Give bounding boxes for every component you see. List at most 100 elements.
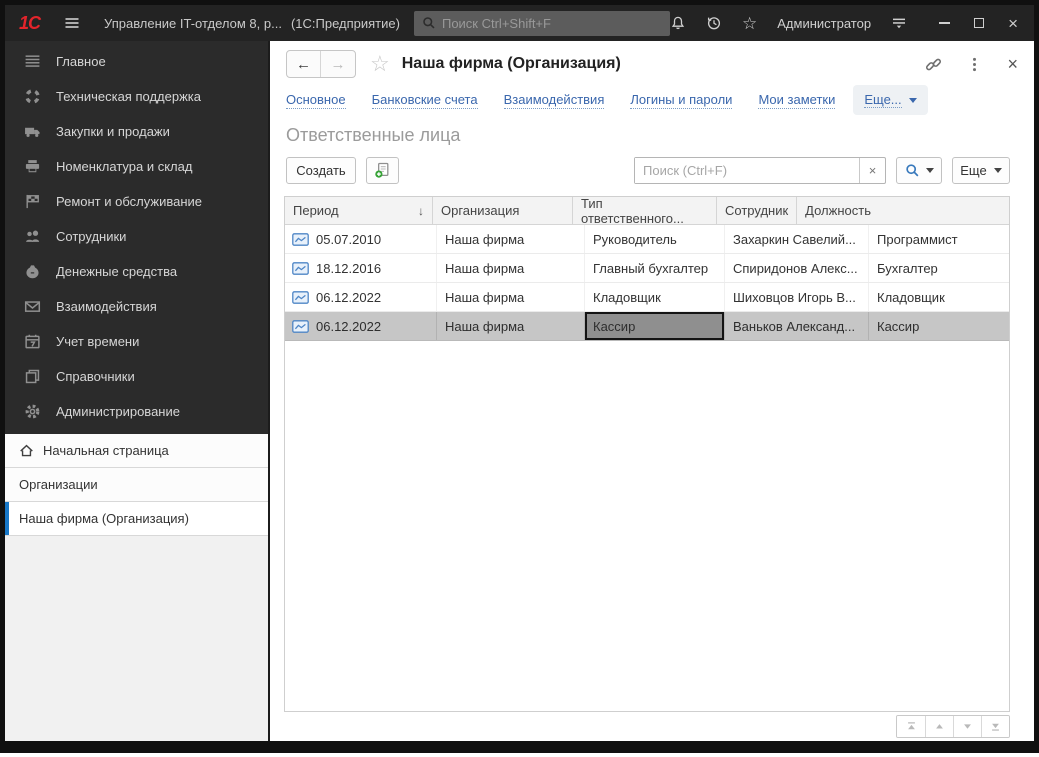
open-window-item[interactable]: Начальная страница (5, 434, 268, 468)
sidebar-item-icon (24, 193, 41, 210)
table-header: Период ↓ Организация Тип ответственного.… (285, 197, 1009, 225)
sidebar-item[interactable]: Взаимодействия (5, 289, 268, 324)
get-link-icon[interactable] (925, 56, 942, 73)
sidebar-item[interactable]: Номенклатура и склад (5, 149, 268, 184)
cell-employee[interactable]: Шиховцов Игорь В... (725, 283, 869, 311)
sidebar-item[interactable]: Ремонт и обслуживание (5, 184, 268, 219)
clear-search-button[interactable]: × (859, 158, 885, 183)
column-header-label: Должность (805, 203, 871, 218)
sidebar-item[interactable]: Денежные средства (5, 254, 268, 289)
cell-position[interactable]: Программист (869, 225, 1009, 253)
maximize-button[interactable] (974, 18, 984, 28)
cell-responsible-type[interactable]: Кладовщик (585, 283, 725, 311)
sidebar-item-icon (24, 53, 41, 70)
sidebar-item[interactable]: Администрирование (5, 394, 268, 429)
sidebar-item[interactable]: Сотрудники (5, 219, 268, 254)
sidebar-item-icon (24, 368, 41, 385)
table-row[interactable]: 06.12.2022 Наша фирма Кладовщик Шиховцов… (285, 283, 1009, 312)
nav-link[interactable]: Взаимодействия (504, 91, 605, 109)
cell-position[interactable]: Бухгалтер (869, 254, 1009, 282)
column-header-label: Период (293, 203, 339, 218)
chevron-down-icon (909, 98, 917, 103)
service-menu-icon[interactable] (891, 15, 907, 31)
favorites-star-icon[interactable]: ☆ (742, 15, 757, 32)
toolbar-right: × Еще (634, 157, 1010, 184)
search-button[interactable] (896, 157, 942, 184)
cell-employee[interactable]: Ваньков Александ... (725, 312, 869, 340)
sidebar-item[interactable]: Закупки и продажи (5, 114, 268, 149)
sidebar-item[interactable]: Справочники (5, 359, 268, 394)
scroll-down-button[interactable] (953, 716, 981, 737)
scroll-to-top-button[interactable] (897, 716, 925, 737)
period-value: 06.12.2022 (316, 290, 381, 305)
favorite-star-icon[interactable]: ☆ (370, 53, 390, 75)
period-value: 05.07.2010 (316, 232, 381, 247)
column-header[interactable]: Тип ответственного... (573, 197, 717, 224)
cell-organization[interactable]: Наша фирма (437, 312, 585, 340)
more-actions-kebab-icon[interactable] (966, 56, 983, 73)
cell-period[interactable]: 06.12.2022 (285, 312, 437, 340)
section-title: Ответственные лица (286, 125, 460, 146)
cell-organization[interactable]: Наша фирма (437, 225, 585, 253)
notifications-bell-icon[interactable] (670, 15, 686, 31)
home-icon (19, 443, 34, 458)
close-form-button[interactable]: × (1007, 55, 1018, 73)
sidebar-item-label: Учет времени (56, 334, 139, 349)
sidebar: Главное Техническая поддержка Закупки и … (5, 41, 270, 741)
column-header[interactable]: Сотрудник (717, 197, 797, 224)
cell-period[interactable]: 05.07.2010 (285, 225, 437, 253)
scroll-up-button[interactable] (925, 716, 953, 737)
forward-button[interactable]: → (321, 51, 355, 77)
nav-link[interactable]: Логины и пароли (630, 91, 732, 109)
nav-link[interactable]: Банковские счета (372, 91, 478, 109)
table-row[interactable]: 18.12.2016 Наша фирма Главный бухгалтер … (285, 254, 1009, 283)
cell-position[interactable]: Кладовщик (869, 283, 1009, 311)
column-header-label: Организация (441, 203, 519, 218)
column-header[interactable]: Организация (433, 197, 573, 224)
nav-link[interactable]: Мои заметки (758, 91, 835, 109)
sidebar-item[interactable]: Учет времени (5, 324, 268, 359)
history-icon[interactable] (706, 15, 722, 31)
sidebar-item-icon (24, 123, 41, 140)
close-window-button[interactable]: × (1008, 15, 1018, 32)
global-search-input[interactable] (442, 16, 662, 31)
column-header-label: Сотрудник (725, 203, 788, 218)
cell-organization[interactable]: Наша фирма (437, 254, 585, 282)
global-search[interactable] (414, 11, 670, 36)
column-header[interactable]: Период ↓ (285, 197, 433, 224)
cell-organization[interactable]: Наша фирма (437, 283, 585, 311)
scroll-to-bottom-button[interactable] (981, 716, 1009, 737)
table-row[interactable]: 05.07.2010 Наша фирма Руководитель Захар… (285, 225, 1009, 254)
sidebar-item[interactable]: Техническая поддержка (5, 79, 268, 114)
minimize-button[interactable] (939, 22, 950, 24)
user-name[interactable]: Администратор (777, 16, 871, 31)
list-search-field: × (634, 157, 886, 184)
cell-responsible-type[interactable]: Главный бухгалтер (585, 254, 725, 282)
cell-position[interactable]: Кассир (869, 312, 1009, 340)
sidebar-item[interactable]: Главное (5, 44, 268, 79)
list-search-input[interactable] (635, 158, 859, 183)
scroll-bottom-icon (989, 720, 1002, 733)
cell-responsible-type[interactable]: Руководитель (585, 225, 725, 253)
titlebar-icons: ☆ Администратор × (670, 15, 1022, 32)
sidebar-item-icon (24, 298, 41, 315)
copy-button[interactable] (366, 157, 399, 184)
open-window-item[interactable]: Наша фирма (Организация) (5, 502, 268, 536)
cell-employee[interactable]: Захаркин Савелий... (725, 225, 869, 253)
scroll-top-icon (905, 720, 918, 733)
back-button[interactable]: ← (287, 51, 321, 77)
list-more-button[interactable]: Еще (952, 157, 1010, 184)
table-row[interactable]: 06.12.2022 Наша фирма Кассир Ваньков Але… (285, 312, 1009, 341)
column-header[interactable]: Должность (797, 197, 1009, 224)
cell-period[interactable]: 18.12.2016 (285, 254, 437, 282)
sidebar-item-label: Денежные средства (56, 264, 177, 279)
create-button[interactable]: Создать (286, 157, 356, 184)
nav-more-button[interactable]: Еще... (853, 85, 927, 115)
cell-responsible-type[interactable]: Кассир (585, 312, 725, 340)
open-window-item[interactable]: Организации (5, 468, 268, 502)
sidebar-item-label: Ремонт и обслуживание (56, 194, 202, 209)
cell-period[interactable]: 06.12.2022 (285, 283, 437, 311)
cell-employee[interactable]: Спиридонов Алекс... (725, 254, 869, 282)
nav-link[interactable]: Основное (286, 91, 346, 109)
main-menu-icon[interactable] (64, 15, 80, 31)
